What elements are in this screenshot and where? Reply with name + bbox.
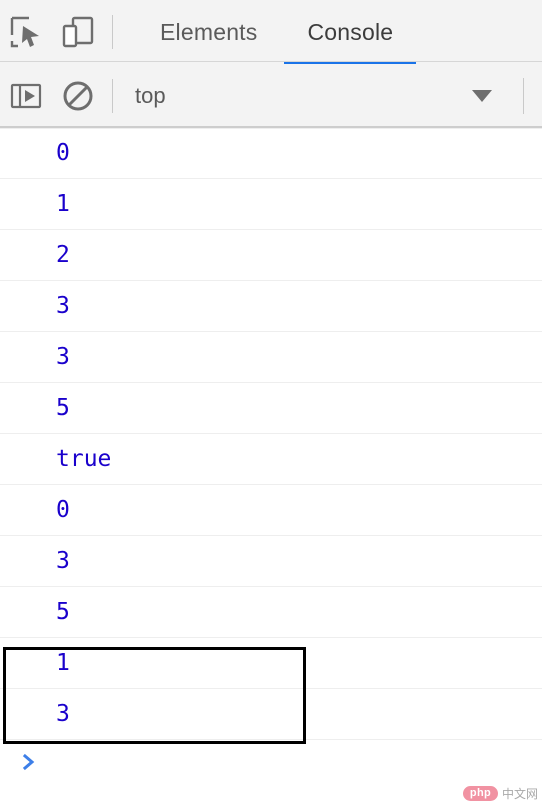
console-message-value: 0 [56, 496, 70, 523]
console-message-row[interactable]: 1 [0, 638, 542, 689]
console-message-value: 3 [56, 292, 70, 319]
watermark: php 中文网 [462, 785, 538, 802]
console-sidebar-icon[interactable] [0, 64, 52, 128]
tabbar-icon-group [0, 0, 121, 64]
console-message-row[interactable]: 0 [0, 128, 542, 179]
console-message-row[interactable]: 3 [0, 281, 542, 332]
console-message-value: 5 [56, 394, 70, 421]
console-message-row[interactable]: 1 [0, 179, 542, 230]
tabbar-bottom-border [0, 61, 542, 62]
console-toolbar-icon-group [0, 64, 121, 128]
console-message-row[interactable]: 3 [0, 536, 542, 587]
console-log-area[interactable]: 0 1 2 3 3 5 true 0 3 5 1 3 [0, 128, 542, 805]
console-message-value: 5 [56, 598, 70, 625]
tabbar-divider [112, 15, 113, 49]
tab-elements[interactable]: Elements [135, 0, 282, 64]
tab-console[interactable]: Console [282, 0, 418, 64]
console-message-row[interactable]: 3 [0, 689, 542, 740]
devtools-tabbar: Elements Console [0, 0, 542, 64]
console-message-list: 0 1 2 3 3 5 true 0 3 5 1 3 [0, 128, 542, 740]
console-message-row[interactable]: 5 [0, 587, 542, 638]
chevron-right-icon [18, 751, 40, 773]
console-message-value: 0 [56, 140, 70, 166]
tab-console-label: Console [307, 18, 394, 45]
console-message-row[interactable]: 3 [0, 332, 542, 383]
console-message-value: 2 [56, 241, 70, 268]
console-toolbar: top [0, 64, 542, 128]
tab-elements-label: Elements [160, 18, 258, 45]
console-toolbar-end-divider [523, 78, 524, 114]
console-message-value: 3 [56, 700, 70, 727]
console-prompt-row[interactable] [0, 740, 542, 784]
watermark-badge: php [462, 785, 498, 802]
console-message-value: 3 [56, 343, 70, 370]
chevron-down-icon[interactable] [472, 90, 492, 102]
console-message-row[interactable]: 5 [0, 383, 542, 434]
console-message-row[interactable]: true [0, 434, 542, 485]
devtools-tab-list: Elements Console [135, 0, 418, 64]
console-message-row[interactable]: 2 [0, 230, 542, 281]
device-toolbar-icon[interactable] [52, 0, 104, 64]
clear-console-icon[interactable] [52, 64, 104, 128]
console-message-value: 1 [56, 190, 70, 217]
watermark-text: 中文网 [501, 787, 538, 801]
console-message-row[interactable]: 0 [0, 485, 542, 536]
execution-context-selector[interactable]: top [135, 76, 542, 116]
console-message-value: 3 [56, 547, 70, 574]
console-message-value: true [56, 445, 112, 472]
console-toolbar-divider [112, 79, 113, 113]
console-message-value: 1 [56, 649, 70, 676]
execution-context-value: top [135, 83, 166, 108]
inspect-element-icon[interactable] [0, 0, 52, 64]
